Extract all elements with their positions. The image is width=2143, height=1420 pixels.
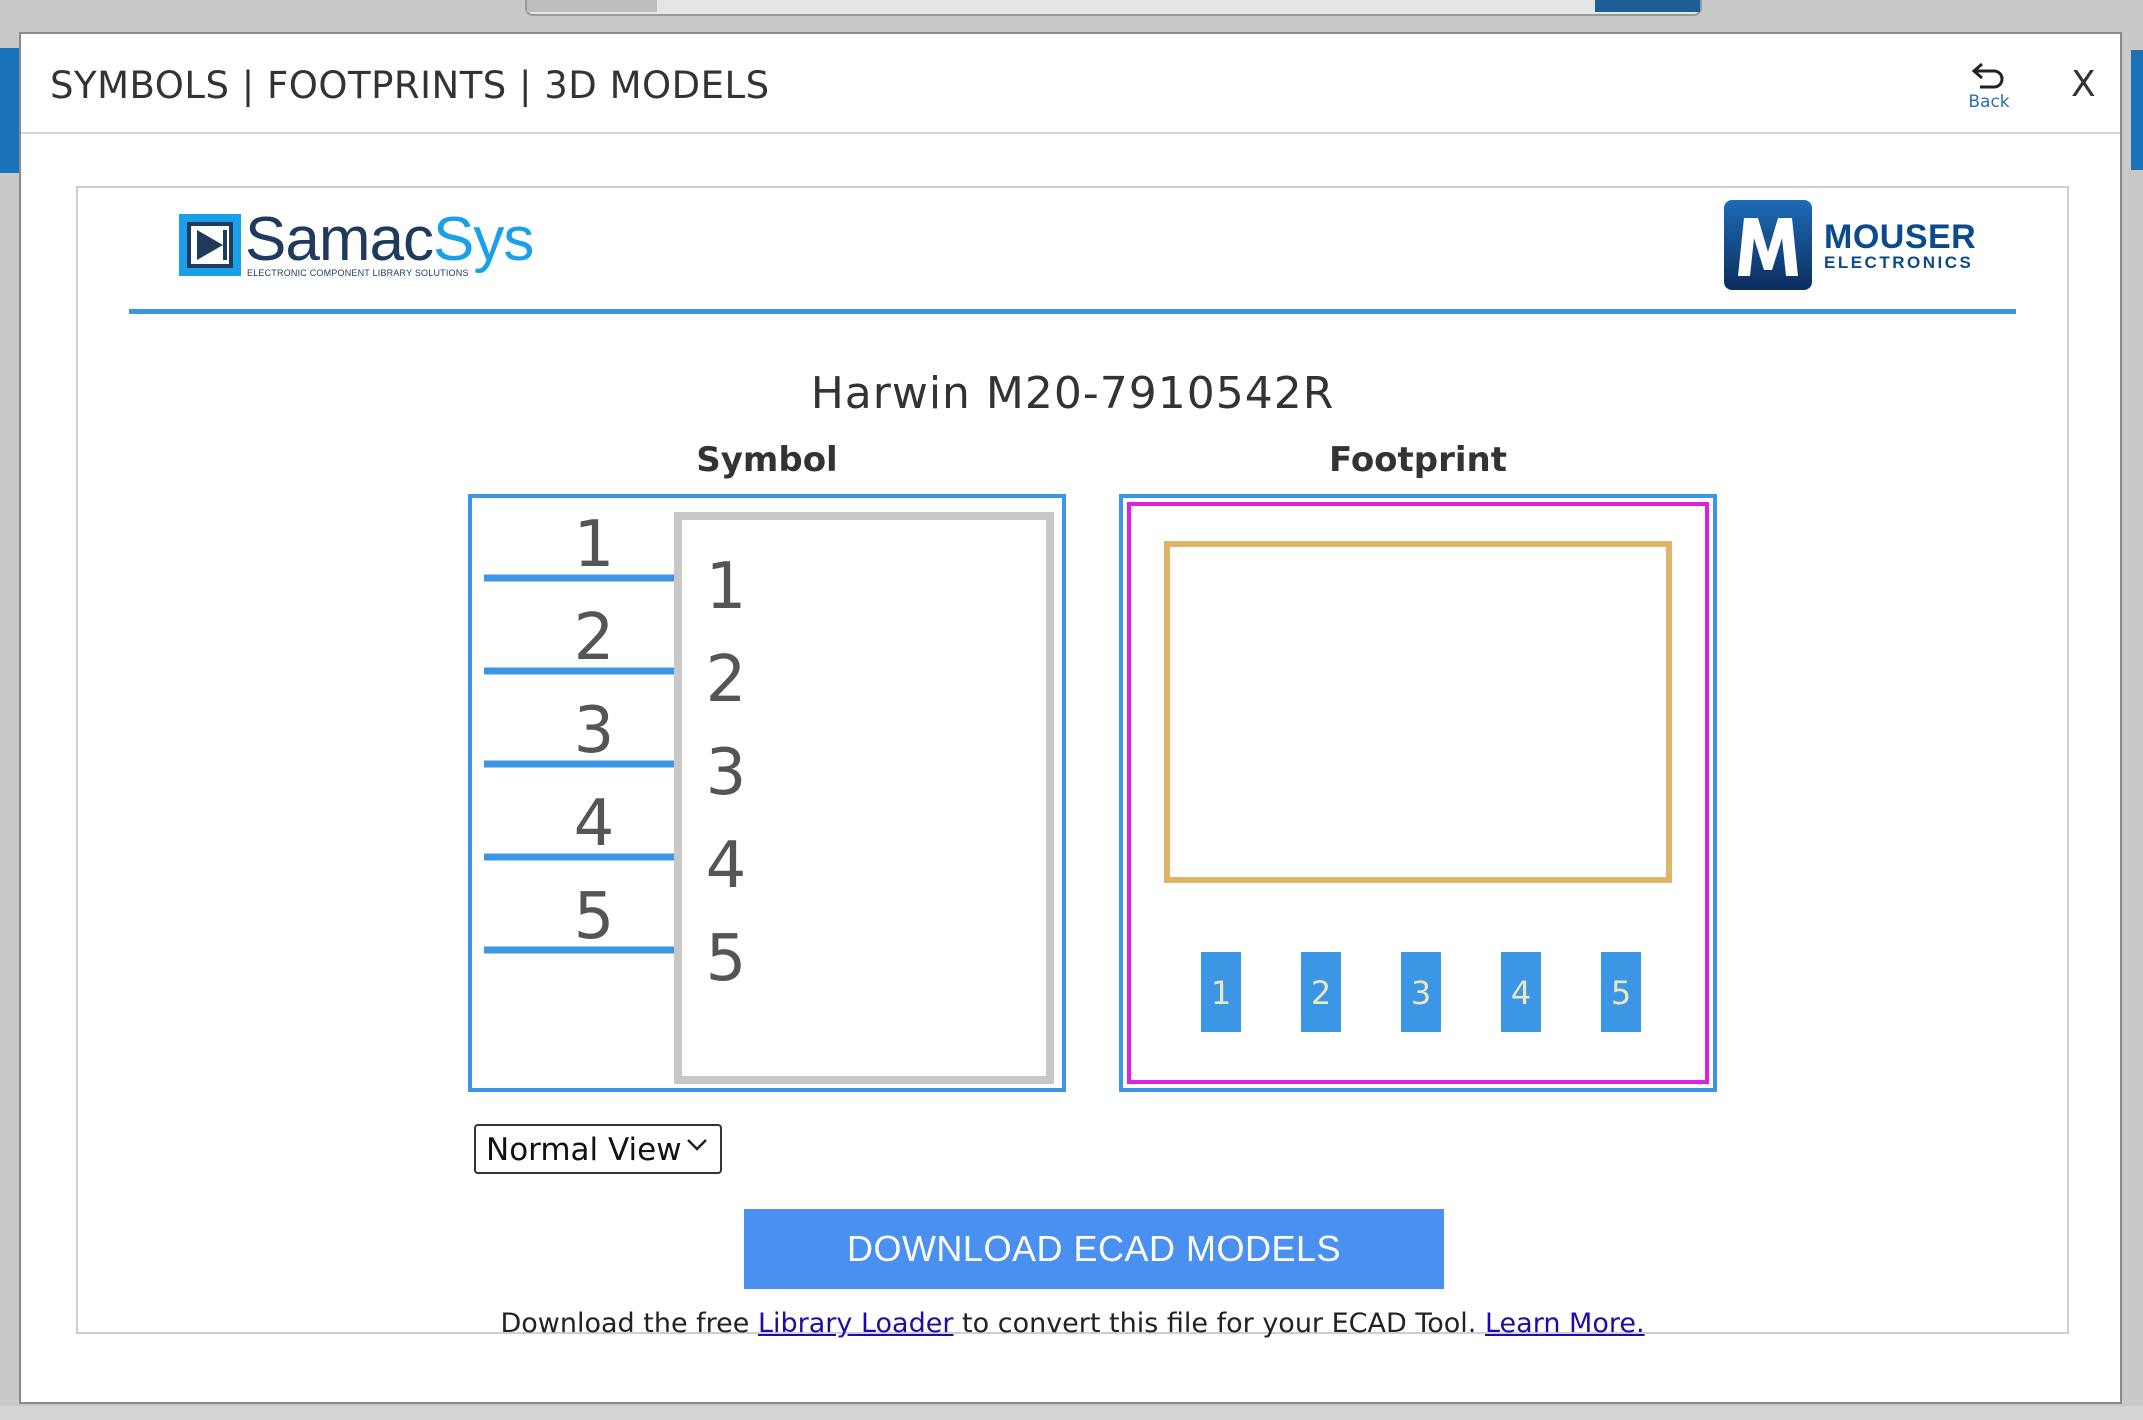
modal-title: SYMBOLS | FOOTPRINTS | 3D MODELS bbox=[50, 64, 770, 107]
background-search-bar bbox=[525, 0, 1702, 16]
footprint-pad-number: 2 bbox=[1311, 974, 1331, 1012]
mouser-logo: MOUSER ELECTRONICS bbox=[1724, 200, 1976, 292]
background-search-left bbox=[527, 0, 657, 12]
library-loader-link[interactable]: Library Loader bbox=[758, 1308, 953, 1339]
symbol-drawing: 1 1 2 2 3 3 4 4 5 5 bbox=[484, 508, 1054, 1084]
symbol-label: Symbol bbox=[696, 440, 838, 480]
symbol-pin-number: 5 bbox=[574, 880, 615, 954]
mouser-m-icon bbox=[1724, 200, 1812, 290]
samacsys-tagline: ELECTRONIC COMPONENT LIBRARY SOLUTIONS bbox=[247, 268, 469, 278]
component-card: SamacSys ELECTRONIC COMPONENT LIBRARY SO… bbox=[76, 186, 2069, 1339]
back-label: Back bbox=[1968, 92, 2010, 112]
symbol-pin-number: 3 bbox=[574, 694, 615, 768]
background-right-panel bbox=[2131, 50, 2143, 170]
symbol-pin-name: 3 bbox=[706, 736, 747, 810]
background-bottom-strip bbox=[0, 1406, 2143, 1420]
footprint-pad-number: 4 bbox=[1511, 974, 1531, 1012]
symbol-pin-name: 2 bbox=[706, 643, 747, 717]
footprint-body bbox=[1164, 541, 1672, 883]
note-text-1: Download the free bbox=[500, 1308, 758, 1339]
footprint-pad-number: 3 bbox=[1411, 974, 1431, 1012]
back-button[interactable]: Back bbox=[1959, 60, 2019, 120]
chevron-down-icon bbox=[687, 1139, 707, 1151]
close-button[interactable]: X bbox=[2071, 64, 2096, 105]
symbol-pin-number: 4 bbox=[574, 787, 615, 861]
samacsys-wordmark: SamacSys bbox=[245, 204, 534, 275]
download-ecad-models-button[interactable]: DOWNLOAD ECAD MODELS bbox=[744, 1209, 1444, 1289]
view-mode-value: Normal View bbox=[486, 1132, 682, 1168]
footprint-drawing: 1 2 3 4 5 bbox=[1127, 502, 1709, 1084]
symbol-pin-number: 1 bbox=[574, 508, 615, 582]
symbol-pin-number: 2 bbox=[574, 601, 615, 675]
part-title: Harwin M20-7910542R bbox=[810, 368, 1335, 419]
note-text-2: to convert this file for your ECAD Tool. bbox=[953, 1308, 1485, 1339]
back-arrow-icon bbox=[1971, 62, 2004, 89]
symbol-pin-name: 4 bbox=[706, 829, 747, 903]
samacsys-wordmark-part1: Samac bbox=[245, 205, 434, 274]
modal-header: SYMBOLS | FOOTPRINTS | 3D MODELS Back X bbox=[21, 34, 2120, 134]
background-search-button bbox=[1595, 0, 1700, 12]
mouser-subtitle: ELECTRONICS bbox=[1824, 253, 1974, 272]
footprint-label: Footprint bbox=[1328, 440, 1508, 480]
learn-more-link[interactable]: Learn More. bbox=[1485, 1308, 1645, 1339]
view-mode-select[interactable]: Normal View bbox=[474, 1124, 722, 1174]
footprint-pad-number: 1 bbox=[1211, 974, 1231, 1012]
brand-bar: SamacSys ELECTRONIC COMPONENT LIBRARY SO… bbox=[129, 188, 2016, 314]
footprint-pad-number: 5 bbox=[1611, 974, 1631, 1012]
footprint-preview: 1 2 3 4 5 bbox=[1119, 494, 1717, 1092]
ecad-models-modal: SYMBOLS | FOOTPRINTS | 3D MODELS Back X … bbox=[19, 32, 2122, 1404]
symbol-pin-name: 5 bbox=[706, 922, 747, 996]
mouser-name: MOUSER bbox=[1824, 218, 1977, 256]
symbol-pin-name: 1 bbox=[706, 550, 747, 624]
samacsys-chip-icon bbox=[179, 214, 241, 276]
download-note: Download the free Library Loader to conv… bbox=[78, 1308, 2067, 1339]
samacsys-wordmark-part2: Sys bbox=[432, 205, 534, 274]
symbol-preview: 1 1 2 2 3 3 4 4 5 5 bbox=[468, 494, 1066, 1092]
background-left-panel bbox=[0, 48, 19, 173]
